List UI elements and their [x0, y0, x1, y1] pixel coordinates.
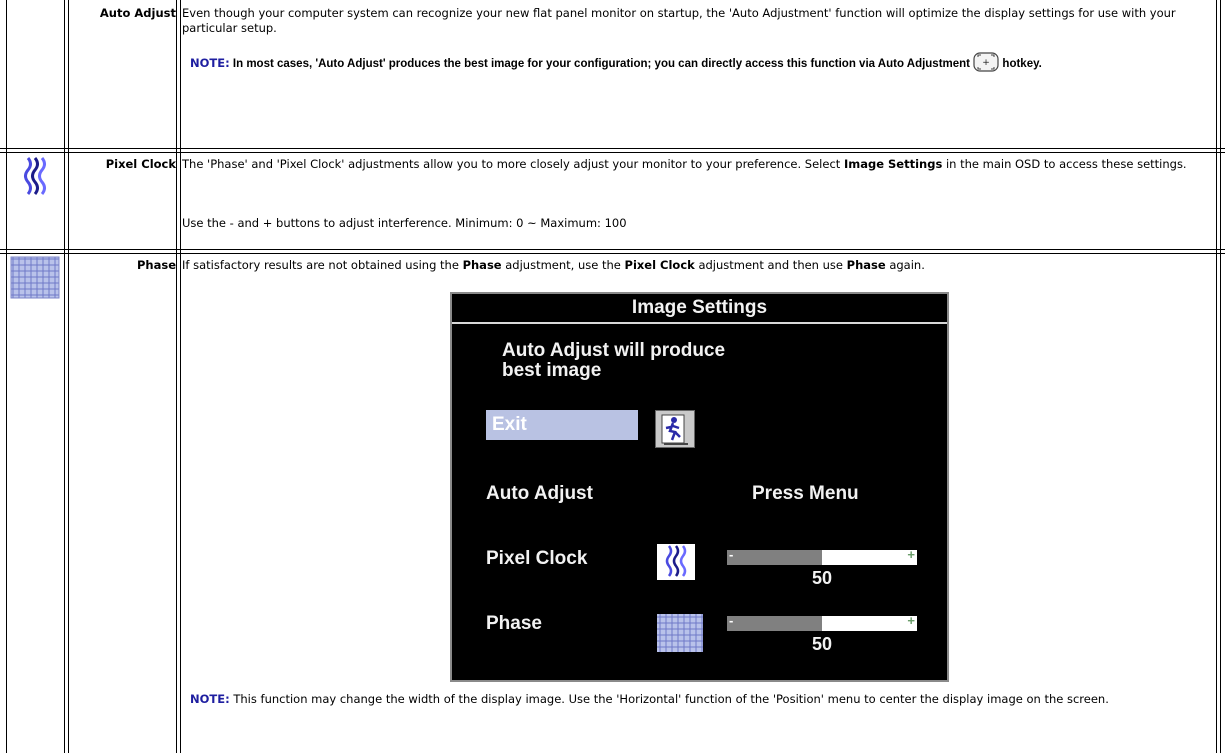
- desc-bold: Phase: [846, 258, 886, 272]
- row-divider: [0, 253, 1225, 254]
- note-text-end: hotkey.: [999, 58, 1042, 70]
- running-man-exit-icon: [655, 410, 695, 448]
- pixel-clock-description: The 'Phase' and 'Pixel Clock' adjustment…: [182, 157, 1212, 172]
- help-page: Auto Adjust Even though your computer sy…: [0, 0, 1225, 753]
- row-label-auto-adjust: Auto Adjust: [99, 6, 176, 20]
- osd-exit-item: Exit: [486, 410, 638, 440]
- osd-image-settings-screenshot: Image Settings Auto Adjust will produce …: [450, 292, 949, 682]
- osd-title: Image Settings: [452, 294, 947, 324]
- desc-part: adjustment, use the: [501, 258, 625, 272]
- osd-pixel-clock-slider: - +: [727, 547, 917, 565]
- note-text: In most cases, 'Auto Adjust' produces th…: [229, 58, 974, 70]
- note-keyword: NOTE:: [190, 692, 230, 706]
- table-border: [64, 0, 65, 753]
- slider-plus: +: [907, 613, 915, 628]
- slider-fill: [727, 550, 822, 565]
- osd-pixel-clock-label: Pixel Clock: [486, 548, 588, 569]
- row-divider: [0, 152, 1225, 153]
- auto-adjust-description: Even though your computer system can rec…: [182, 6, 1176, 35]
- osd-pixel-clock-value: 50: [811, 568, 833, 588]
- desc-part: If satisfactory results are not obtained…: [182, 258, 463, 272]
- table-border: [180, 0, 181, 753]
- desc-bold: Pixel Clock: [624, 258, 695, 272]
- osd-auto-adjust-value: Press Menu: [752, 483, 859, 504]
- desc-bold: Image Settings: [843, 157, 943, 171]
- auto-adjust-hotkey-icon: +: [973, 51, 999, 72]
- row-label-pixel-clock: Pixel Clock: [105, 157, 176, 171]
- osd-message-line2: best image: [502, 360, 602, 381]
- desc-part: in the main OSD to access these settings…: [942, 157, 1187, 171]
- row-divider: [0, 249, 1225, 250]
- slider-fill: [727, 616, 822, 631]
- svg-text:+: +: [982, 58, 990, 68]
- auto-adjust-note: NOTE: In most cases, 'Auto Adjust' produ…: [190, 51, 1210, 75]
- crosshatch-pattern-icon: [657, 614, 703, 652]
- desc-part: again.: [885, 258, 925, 272]
- osd-auto-adjust-label: Auto Adjust: [486, 483, 593, 504]
- phase-description: If satisfactory results are not obtained…: [182, 258, 1212, 273]
- osd-phase-slider: - +: [727, 613, 917, 631]
- desc-part: The 'Phase' and 'Pixel Clock' adjustment…: [182, 157, 844, 171]
- wavy-lines-icon: [657, 544, 695, 580]
- table-border: [1220, 0, 1221, 753]
- desc-bold: Phase: [462, 258, 502, 272]
- crosshatch-pattern-icon: [10, 256, 60, 299]
- table-border: [1216, 0, 1217, 753]
- osd-message-line1: Auto Adjust will produce: [502, 340, 726, 361]
- row-divider: [0, 148, 1225, 149]
- phase-note: NOTE: This function may change the width…: [190, 692, 1210, 707]
- osd-phase-label: Phase: [486, 613, 542, 634]
- table-border: [68, 0, 69, 753]
- desc-part: adjustment and then use: [694, 258, 847, 272]
- note-keyword: NOTE:: [190, 56, 230, 70]
- table-border: [6, 0, 7, 753]
- osd-phase-value: 50: [811, 634, 833, 654]
- slider-minus: -: [729, 547, 734, 562]
- wavy-lines-icon: [10, 154, 60, 197]
- row-label-phase: Phase: [136, 258, 176, 272]
- pixel-clock-range: Use the - and + buttons to adjust interf…: [182, 216, 627, 230]
- table-border: [176, 0, 177, 753]
- slider-minus: -: [729, 613, 734, 628]
- slider-plus: +: [907, 547, 915, 562]
- note-text: This function may change the width of th…: [229, 692, 1109, 706]
